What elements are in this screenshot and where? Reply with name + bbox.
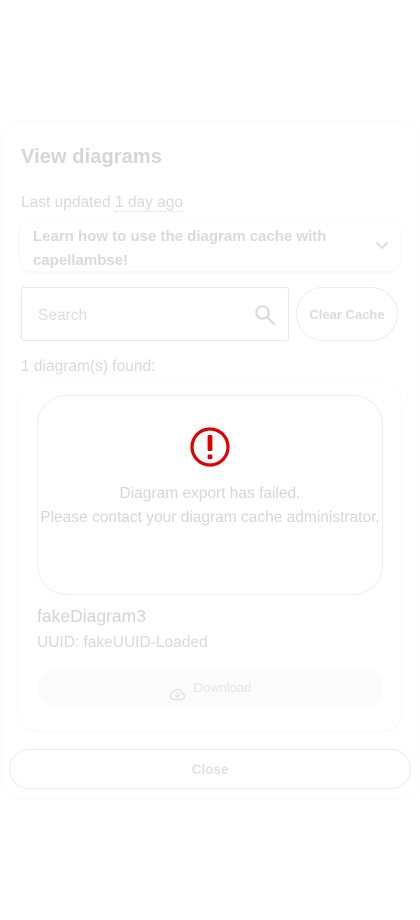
- search-icon[interactable]: [254, 304, 276, 326]
- error-message-line-2: Please contact your diagram cache admini…: [40, 509, 380, 526]
- cloud-download-icon: [169, 679, 186, 700]
- error-icon: [189, 426, 231, 468]
- search-input[interactable]: [36, 302, 240, 330]
- error-message-line-1: Diagram export has failed.: [119, 485, 301, 502]
- learn-panel-text: Learn how to use the diagram cache with …: [33, 228, 327, 269]
- last-updated: Last updated 1 day ago: [21, 194, 184, 212]
- search-field[interactable]: [21, 287, 289, 341]
- found-count: 1 diagram(s) found:: [21, 358, 156, 375]
- download-button-label: Download: [193, 680, 252, 695]
- close-button[interactable]: Close: [9, 749, 411, 789]
- learn-panel[interactable]: Learn how to use the diagram cache with …: [20, 220, 400, 271]
- diagram-name: fakeDiagram3: [37, 606, 146, 626]
- dialog-title: View diagrams: [21, 146, 162, 168]
- error-message: Diagram export has failed. Please contac…: [37, 482, 383, 530]
- chevron-down-icon[interactable]: [375, 238, 389, 252]
- clear-cache-button[interactable]: Clear Cache: [296, 287, 398, 341]
- download-button-content: Download: [37, 668, 383, 708]
- last-updated-label: Last updated: [21, 194, 111, 211]
- page: View diagrams Last updated 1 day ago Lea…: [0, 0, 420, 920]
- last-updated-value[interactable]: 1 day ago: [114, 194, 184, 212]
- download-button[interactable]: Download: [37, 668, 383, 708]
- diagram-uuid: UUID: fakeUUID-Loaded: [37, 634, 208, 651]
